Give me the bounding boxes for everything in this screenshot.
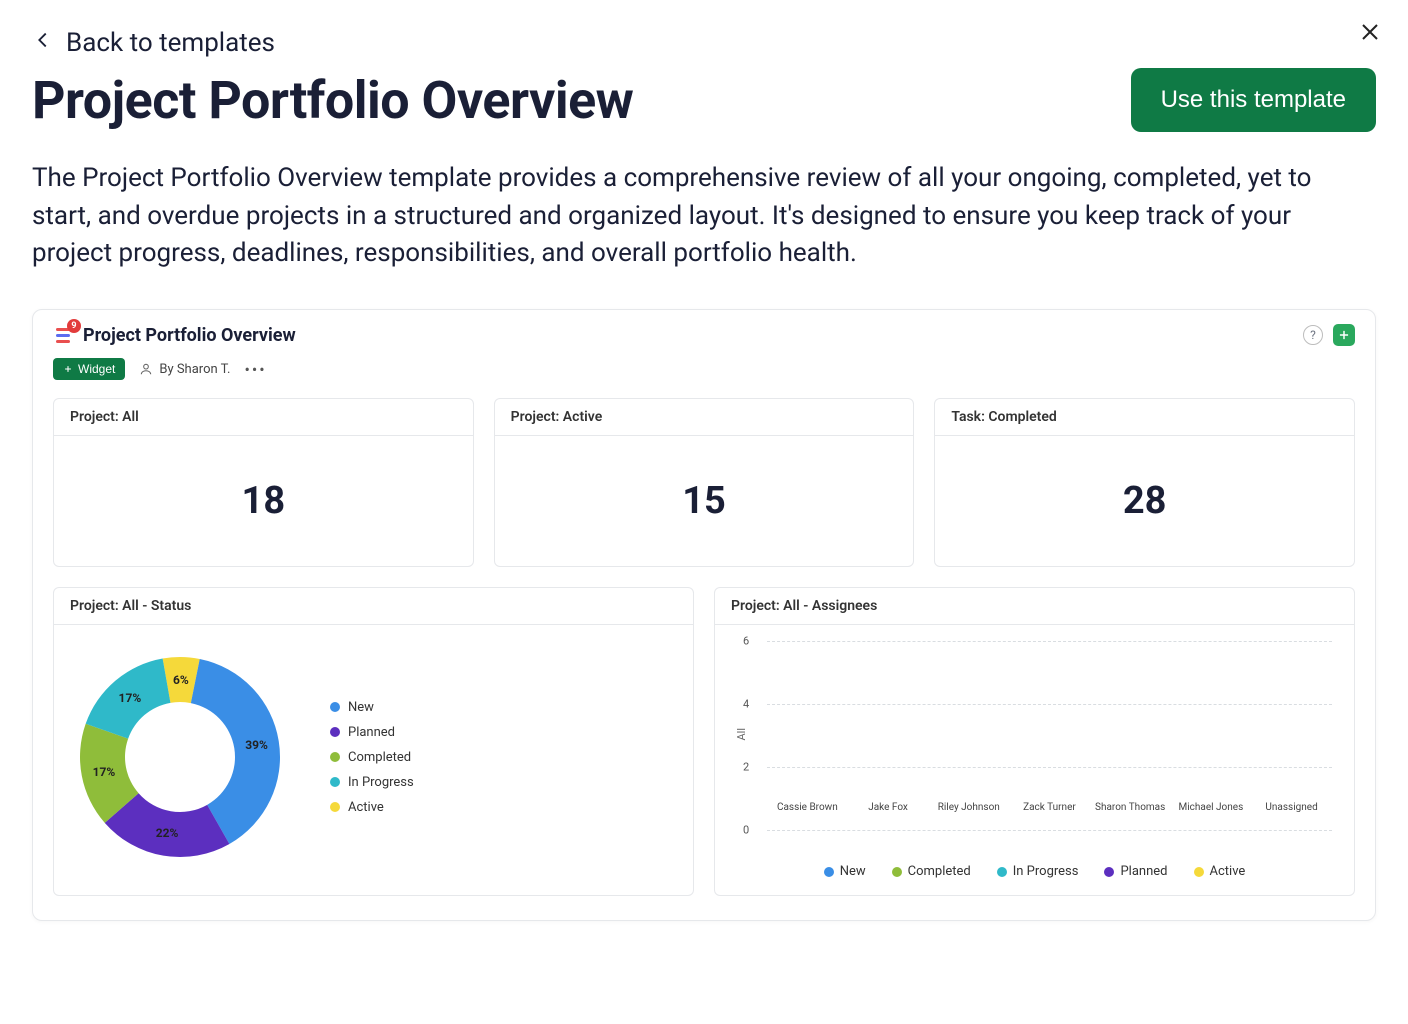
y-tick-label: 6	[743, 635, 749, 648]
legend-item: In Progress	[330, 775, 414, 790]
widget-button-label: Widget	[78, 362, 115, 376]
template-preview: 9 Project Portfolio Overview ? Widget By…	[32, 309, 1376, 921]
legend-dot	[997, 867, 1007, 877]
stat-card-title: Project: All	[54, 399, 473, 436]
legend-item: Active	[1194, 864, 1246, 879]
close-icon[interactable]	[1356, 18, 1384, 46]
legend-dot	[330, 802, 340, 812]
page-title: Project Portfolio Overview	[32, 70, 633, 131]
back-to-templates-link[interactable]: Back to templates	[32, 28, 1376, 58]
y-axis-label: All	[735, 728, 748, 741]
legend-item: Active	[330, 800, 414, 815]
status-donut-chart: 6%39%22%17%17%	[70, 647, 290, 867]
x-tick-label: Cassie Brown	[767, 802, 847, 813]
help-icon[interactable]: ?	[1303, 325, 1323, 345]
x-tick-label: Jake Fox	[848, 802, 928, 813]
legend-dot	[824, 867, 834, 877]
app-icon: 9	[53, 325, 73, 345]
x-tick-label: Riley Johnson	[929, 802, 1009, 813]
legend-dot	[330, 752, 340, 762]
more-options-icon[interactable]: •••	[244, 360, 266, 379]
stat-value: 18	[242, 479, 286, 523]
legend-dot	[330, 727, 340, 737]
stat-value: 15	[682, 479, 726, 523]
use-template-button[interactable]: Use this template	[1131, 68, 1376, 132]
status-chart-title: Project: All - Status	[54, 588, 693, 625]
x-tick-label: Zack Turner	[1009, 802, 1089, 813]
notification-badge: 9	[67, 319, 81, 333]
stat-card-title: Task: Completed	[935, 399, 1354, 436]
assignees-bar-chart: All 0 2 4 6 Cassie BrownJake FoxRiley Johnso…	[731, 635, 1338, 858]
status-chart-card: Project: All - Status 6%39%22%17%17% New…	[53, 587, 694, 896]
add-widget-button[interactable]: Widget	[53, 358, 125, 380]
assignees-chart-card: Project: All - Assignees All 0 2 4 6 Cassie …	[714, 587, 1355, 896]
author-label: By Sharon T.	[139, 362, 230, 377]
x-tick-label: Sharon Thomas	[1090, 802, 1170, 813]
legend-item: In Progress	[997, 864, 1079, 879]
back-label: Back to templates	[66, 28, 275, 58]
stat-card: Task: Completed 28	[934, 398, 1355, 567]
legend-dot	[1194, 867, 1204, 877]
legend-dot	[892, 867, 902, 877]
x-tick-label: Michael Jones	[1171, 802, 1251, 813]
assignees-legend: New Completed In Progress Planned Active	[731, 858, 1338, 879]
legend-dot	[1104, 867, 1114, 877]
legend-item: Planned	[330, 725, 414, 740]
status-legend: New Planned Completed In Progress Active	[330, 700, 414, 815]
stat-card: Project: All 18	[53, 398, 474, 567]
legend-dot	[330, 702, 340, 712]
y-tick-label: 2	[743, 761, 749, 774]
add-button[interactable]	[1333, 324, 1355, 346]
assignees-chart-title: Project: All - Assignees	[715, 588, 1354, 625]
preview-title: Project Portfolio Overview	[83, 325, 296, 346]
legend-item: Planned	[1104, 864, 1167, 879]
chevron-left-icon	[32, 28, 54, 58]
y-tick-label: 4	[743, 698, 749, 711]
stat-value: 28	[1123, 479, 1167, 523]
legend-item: New	[824, 864, 866, 879]
y-tick-label: 0	[743, 824, 749, 837]
template-description: The Project Portfolio Overview template …	[32, 160, 1332, 273]
legend-item: Completed	[892, 864, 971, 879]
stat-card-title: Project: Active	[495, 399, 914, 436]
legend-item: New	[330, 700, 414, 715]
legend-dot	[330, 777, 340, 787]
legend-item: Completed	[330, 750, 414, 765]
stat-card: Project: Active 15	[494, 398, 915, 567]
x-tick-label: Unassigned	[1252, 802, 1332, 813]
